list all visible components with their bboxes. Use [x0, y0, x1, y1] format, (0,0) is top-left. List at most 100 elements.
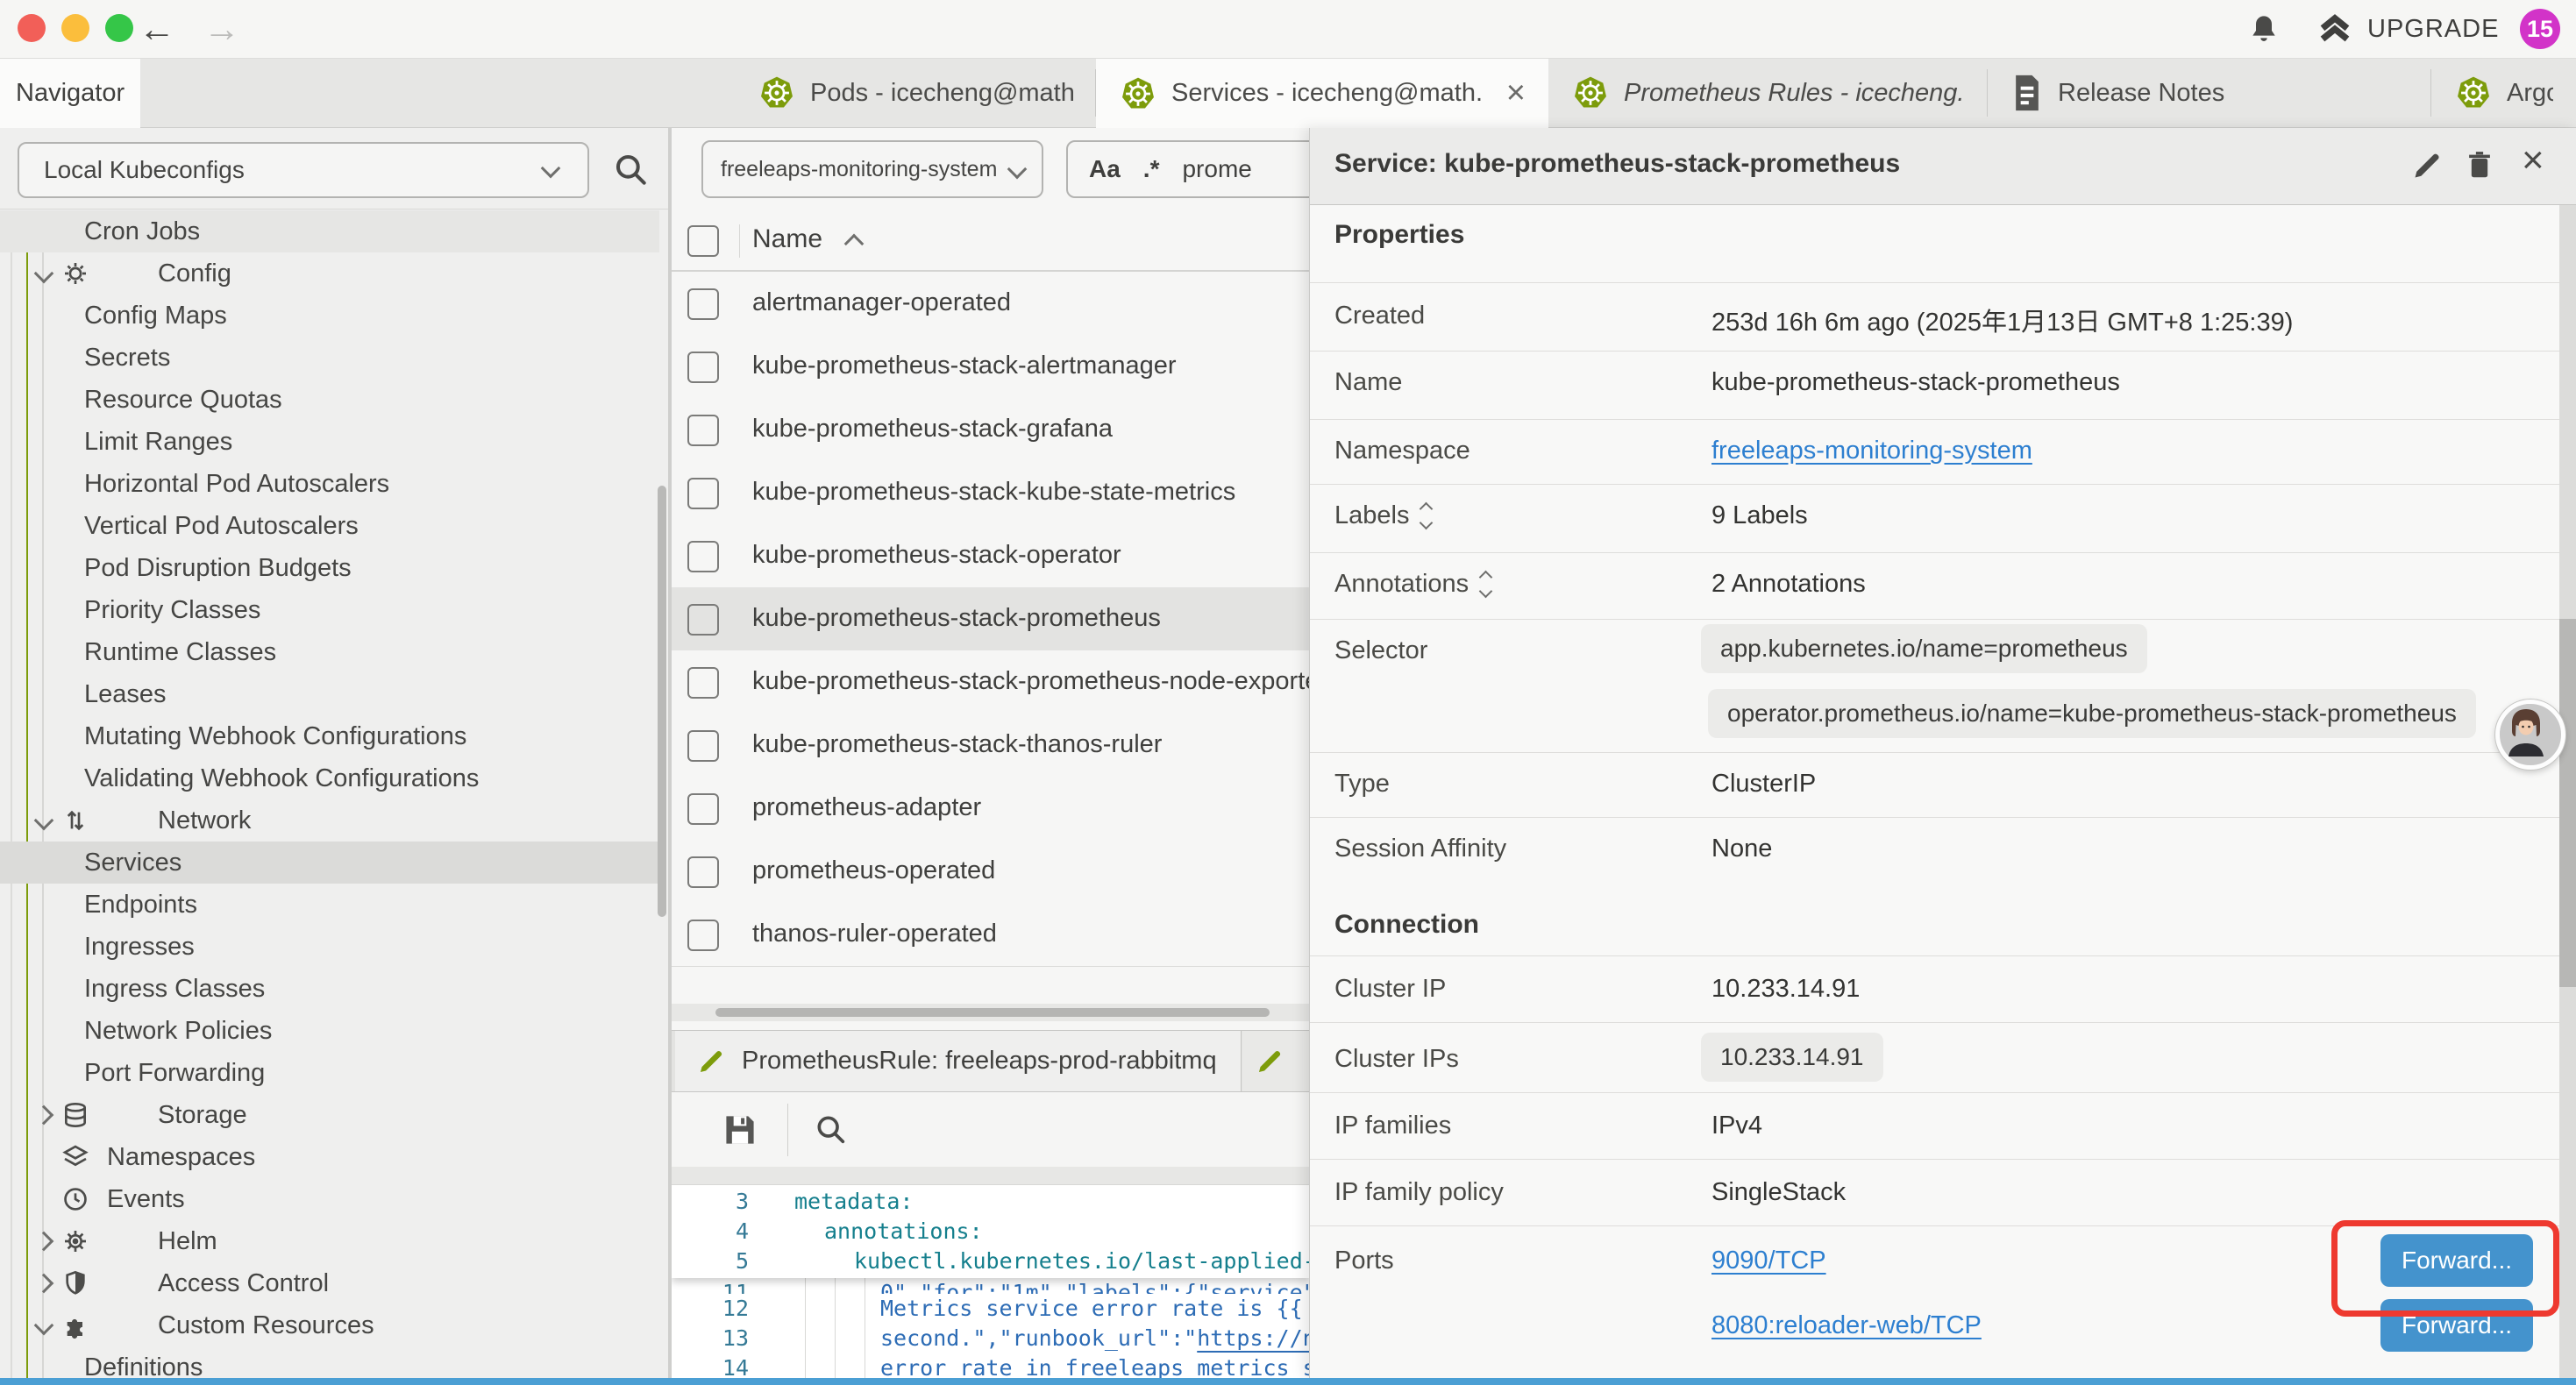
row-checkbox[interactable]: [687, 541, 719, 572]
back-arrow-button[interactable]: ←: [139, 0, 175, 58]
sidebar-item-helm[interactable]: Helm: [0, 1220, 659, 1262]
port-link-8080[interactable]: 8080:reloader-web/TCP: [1711, 1311, 1982, 1340]
forward-arrow-button[interactable]: →: [203, 0, 240, 58]
tab-argo[interactable]: Argo Se: [2431, 59, 2576, 127]
table-row[interactable]: kube-prometheus-stack-kube-state-metrics: [672, 461, 1309, 525]
edit-pencil-icon[interactable]: [2410, 149, 2444, 182]
tab-argo-label: Argo Se: [2507, 79, 2553, 108]
tab-navigator[interactable]: Navigator: [0, 59, 140, 128]
row-checkbox[interactable]: [687, 288, 719, 320]
save-icon[interactable]: [721, 1111, 759, 1149]
sidebar-item-network[interactable]: Network: [0, 799, 659, 842]
sidebar-item-resource-quotas[interactable]: Resource Quotas: [0, 379, 659, 421]
bell-icon[interactable]: [2246, 12, 2281, 47]
sidebar-item-config[interactable]: Config: [0, 252, 659, 295]
row-checkbox[interactable]: [687, 793, 719, 825]
close-icon[interactable]: ×: [2522, 138, 2544, 182]
namespace-link[interactable]: freeleaps-monitoring-system: [1711, 437, 2032, 465]
annotations-value[interactable]: 2 Annotations: [1711, 570, 1866, 599]
window-close-button[interactable]: [18, 14, 46, 42]
select-all-checkbox[interactable]: [687, 225, 719, 257]
upgrade-icon[interactable]: [2316, 11, 2353, 48]
trash-icon[interactable]: [2463, 148, 2496, 181]
table-row[interactable]: alertmanager-operated: [672, 272, 1309, 336]
notification-badge[interactable]: 15: [2520, 9, 2560, 49]
table-row[interactable]: kube-prometheus-stack-operator: [672, 524, 1309, 588]
sidebar-item-access-control[interactable]: Access Control: [0, 1262, 659, 1304]
name-column-header[interactable]: Name: [752, 224, 822, 254]
namespace-selector-value: freeleaps-monitoring-system: [721, 157, 997, 182]
sidebar-item-namespaces[interactable]: Namespaces: [0, 1136, 659, 1178]
resource-tree: Cron Jobs Config Config Maps Secrets Res…: [0, 210, 668, 1378]
row-checkbox[interactable]: [687, 920, 719, 951]
labels-value[interactable]: 9 Labels: [1711, 501, 1808, 530]
editor-tab-prometheusrule[interactable]: PrometheusRule: freeleaps-prod-rabbitmq: [675, 1031, 1242, 1091]
yaml-editor[interactable]: 11 0","for":"1m","labels":{"service":" 1…: [672, 1185, 1309, 1378]
editor-tab-partial[interactable]: [1242, 1031, 1309, 1091]
table-row[interactable]: kube-prometheus-stack-grafana: [672, 398, 1309, 462]
sidebar-item-ingress-classes[interactable]: Ingress Classes: [0, 968, 659, 1010]
tab-close-icon[interactable]: ×: [1506, 75, 1526, 112]
sidebar-item-priority-classes[interactable]: Priority Classes: [0, 589, 659, 631]
sidebar-item-secrets[interactable]: Secrets: [0, 337, 659, 379]
sidebar-item-network-policies[interactable]: Network Policies: [0, 1010, 659, 1052]
search-filter-input[interactable]: Aa .* prome: [1066, 140, 1309, 198]
table-row[interactable]: kube-prometheus-stack-thanos-ruler: [672, 714, 1309, 778]
tab-services[interactable]: Services - icecheng@math... ×: [1096, 59, 1548, 128]
sidebar-item-storage[interactable]: Storage: [0, 1094, 659, 1136]
port-link-9090[interactable]: 9090/TCP: [1711, 1246, 1826, 1275]
row-checkbox[interactable]: [687, 604, 719, 636]
sidebar-item-port-forwarding[interactable]: Port Forwarding: [0, 1052, 659, 1094]
row-checkbox[interactable]: [687, 415, 719, 446]
row-checkbox[interactable]: [687, 352, 719, 383]
panel-scrollbar-thumb[interactable]: [2559, 619, 2576, 987]
table-row[interactable]: thanos-ruler-operated: [672, 903, 1309, 967]
expand-collapse-icon[interactable]: [1481, 572, 1491, 596]
window-minimize-button[interactable]: [61, 14, 89, 42]
search-icon[interactable]: [612, 151, 651, 189]
kubeconfig-selector[interactable]: Local Kubeconfigs: [18, 142, 589, 198]
sidebar-item-services[interactable]: Services: [0, 842, 659, 884]
upgrade-label[interactable]: UPGRADE: [2367, 0, 2499, 58]
sidebar-scrollbar[interactable]: [658, 486, 666, 917]
sidebar-item-definitions[interactable]: Definitions: [0, 1346, 659, 1378]
sidebar-item-events[interactable]: Events: [0, 1178, 659, 1220]
row-checkbox[interactable]: [687, 667, 719, 699]
window-maximize-button[interactable]: [105, 14, 133, 42]
tab-pods[interactable]: Pods - icecheng@mathmas...: [735, 59, 1096, 127]
sidebar-item-endpoints[interactable]: Endpoints: [0, 884, 659, 926]
tab-prometheus-rules-label: Prometheus Rules - icecheng...: [1624, 79, 1965, 108]
runbook-url-link[interactable]: https://net: [1197, 1325, 1309, 1351]
sidebar-item-runtime-classes[interactable]: Runtime Classes: [0, 631, 659, 673]
match-case-toggle[interactable]: Aa: [1089, 155, 1121, 183]
sidebar-item-horizontal-pod-autoscalers[interactable]: Horizontal Pod Autoscalers: [0, 463, 659, 505]
avatar[interactable]: [2495, 700, 2565, 770]
sort-ascending-icon[interactable]: [844, 234, 865, 254]
sidebar-item-vertical-pod-autoscalers[interactable]: Vertical Pod Autoscalers: [0, 505, 659, 547]
layers-icon: [61, 1143, 89, 1171]
editor-search-icon[interactable]: [814, 1112, 849, 1147]
sidebar-item-pod-disruption-budgets[interactable]: Pod Disruption Budgets: [0, 547, 659, 589]
table-row[interactable]: kube-prometheus-stack-prometheus-node-ex…: [672, 650, 1309, 714]
tab-prometheus-rules[interactable]: Prometheus Rules - icecheng...: [1548, 59, 1988, 127]
sidebar-item-leases[interactable]: Leases: [0, 673, 659, 715]
sidebar-item-cron-jobs[interactable]: Cron Jobs: [0, 210, 659, 252]
row-checkbox[interactable]: [687, 730, 719, 762]
tab-release-notes[interactable]: Release Notes: [1988, 59, 2431, 127]
sidebar-item-ingresses[interactable]: Ingresses: [0, 926, 659, 968]
sidebar-item-limit-ranges[interactable]: Limit Ranges: [0, 421, 659, 463]
table-row[interactable]: prometheus-adapter: [672, 777, 1309, 841]
regex-toggle[interactable]: .*: [1143, 155, 1160, 183]
row-checkbox[interactable]: [687, 856, 719, 888]
sidebar-item-config-maps[interactable]: Config Maps: [0, 295, 659, 337]
horizontal-scrollbar-thumb[interactable]: [715, 1008, 1270, 1017]
table-row[interactable]: prometheus-operated: [672, 840, 1309, 904]
table-row[interactable]: kube-prometheus-stack-alertmanager: [672, 335, 1309, 399]
table-row-selected[interactable]: kube-prometheus-stack-prometheus: [672, 587, 1309, 651]
expand-collapse-icon[interactable]: [1421, 504, 1431, 528]
row-checkbox[interactable]: [687, 478, 719, 509]
sidebar-item-mutating-webhook-configurations[interactable]: Mutating Webhook Configurations: [0, 715, 659, 757]
sidebar-item-validating-webhook-configurations[interactable]: Validating Webhook Configurations: [0, 757, 659, 799]
namespace-selector[interactable]: freeleaps-monitoring-system: [701, 140, 1043, 198]
sidebar-item-custom-resources[interactable]: Custom Resources: [0, 1304, 659, 1346]
